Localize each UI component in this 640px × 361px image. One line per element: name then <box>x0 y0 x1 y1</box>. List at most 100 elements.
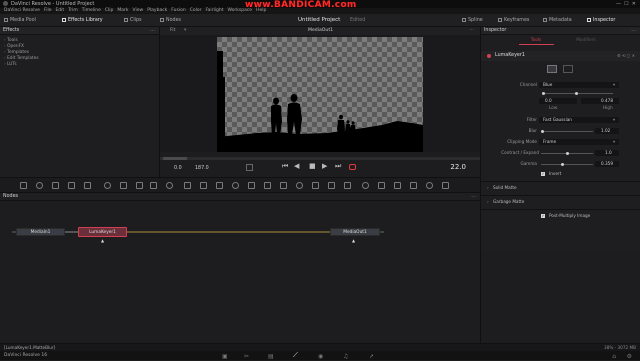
end-frame[interactable]: 187.0 <box>195 166 209 171</box>
clips-icon <box>124 17 128 22</box>
tool-icon[interactable] <box>216 182 223 189</box>
tool-icon[interactable] <box>200 182 207 189</box>
tool-icon[interactable] <box>52 182 59 189</box>
filter-chevron-down-icon[interactable]: ▾ <box>613 116 615 124</box>
menu-item-color[interactable]: Color <box>190 8 202 13</box>
viewer-options-icon[interactable]: ··· <box>470 27 474 35</box>
tool-icon[interactable] <box>36 182 43 189</box>
play-reverse-icon[interactable]: ◀ <box>294 162 299 170</box>
node-luma-keyer[interactable]: LumaKeyer1 <box>78 227 127 237</box>
menu-item-edit[interactable]: Edit <box>55 8 64 13</box>
go-to-end-icon[interactable]: ⏭ <box>335 162 341 171</box>
play-icon[interactable]: ▶ <box>322 162 327 170</box>
tool-icon[interactable] <box>232 182 239 189</box>
node-header-icons[interactable]: ⚙ ⟲ ▢ ✕ <box>617 51 635 61</box>
tab-modifiers[interactable]: Modifiers <box>561 37 611 44</box>
invert-checkbox[interactable]: ✓ <box>541 172 545 176</box>
media-pool-button[interactable]: Media Pool <box>4 14 36 27</box>
page-fusion-icon[interactable]: ⟋ <box>293 351 298 360</box>
nodes-icon <box>160 17 164 22</box>
channel-chevron-down-icon[interactable]: ▾ <box>613 81 615 89</box>
contract-expand-knob[interactable] <box>566 151 569 155</box>
menu-item-workspace[interactable]: Workspace <box>227 8 252 13</box>
tool-icon[interactable] <box>362 182 369 189</box>
tool-icon[interactable] <box>184 182 191 189</box>
settings-tab-icon[interactable] <box>563 65 573 73</box>
node-media-out[interactable]: MediaOut1 <box>330 228 380 236</box>
keyframes-icon <box>498 17 502 22</box>
range-high-knob[interactable] <box>575 91 579 95</box>
tool-icon[interactable] <box>68 182 75 189</box>
viewer-zoom[interactable]: Fit <box>170 27 175 35</box>
window-controls[interactable]: — ☐ ✕ <box>616 0 636 8</box>
solid-matte-section[interactable]: › Solid Matte <box>481 184 640 192</box>
tool-icon[interactable] <box>248 182 255 189</box>
node-media-in[interactable]: MediaIn1 <box>16 228 65 236</box>
range-low-knob[interactable] <box>542 91 545 95</box>
spline-button[interactable]: Spline <box>462 14 483 27</box>
tool-icon[interactable] <box>120 182 127 189</box>
inspector-button[interactable]: Inspector <box>587 14 615 27</box>
menu-item-playback[interactable]: Playback <box>147 8 167 13</box>
nodes-options-icon[interactable]: ··· <box>471 193 476 201</box>
clips-button[interactable]: Clips <box>124 14 142 27</box>
channel-value: Blue <box>543 82 553 87</box>
menu-item-davinci-resolve[interactable]: DaVinci Resolve <box>4 8 40 13</box>
node-header[interactable]: LumaKeyer1 ⚙ ⟲ ▢ ✕ <box>481 51 640 61</box>
controls-tab-icon[interactable] <box>547 65 557 73</box>
nodes-button[interactable]: Nodes <box>160 14 181 27</box>
tool-icon[interactable] <box>20 182 27 189</box>
menu-item-timeline[interactable]: Timeline <box>82 8 101 13</box>
menu-item-clip[interactable]: Clip <box>105 8 114 13</box>
scrub-bar[interactable] <box>160 157 480 160</box>
chevron-down-icon[interactable]: ▾ <box>184 27 186 35</box>
tool-icon[interactable] <box>426 182 433 189</box>
tool-icon[interactable] <box>312 182 319 189</box>
tool-icon[interactable] <box>328 182 335 189</box>
stop-icon[interactable]: ■ <box>309 162 316 170</box>
tool-icon[interactable] <box>166 182 173 189</box>
menu-item-mark[interactable]: Mark <box>117 8 128 13</box>
effects-options-icon[interactable]: ··· <box>150 27 155 35</box>
go-to-start-icon[interactable]: ⏮ <box>282 162 288 171</box>
tool-icon[interactable] <box>264 182 271 189</box>
start-frame[interactable]: 0.0 <box>174 166 182 171</box>
clipping-chevron-down-icon[interactable]: ▾ <box>613 138 615 146</box>
tool-icon[interactable] <box>150 182 157 189</box>
menu-item-fusion[interactable]: Fusion <box>171 8 185 13</box>
inspector-options-icon[interactable]: ··· <box>631 27 636 35</box>
node-enable-icon[interactable] <box>487 54 491 58</box>
tool-icon[interactable] <box>394 182 401 189</box>
tab-tools[interactable]: Tools <box>511 37 561 44</box>
effects-item-luts[interactable]: LUTs <box>0 62 159 68</box>
blur-knob[interactable] <box>541 129 544 133</box>
tool-icon[interactable] <box>378 182 385 189</box>
effects-library-button[interactable]: Effects Library <box>62 14 103 27</box>
tool-icon[interactable] <box>410 182 417 189</box>
garbage-matte-section[interactable]: › Garbage Matte <box>481 198 640 206</box>
gamma-slider[interactable] <box>541 164 593 165</box>
app-icon <box>3 1 8 6</box>
gamma-knob[interactable] <box>561 162 564 166</box>
tool-icon[interactable] <box>296 182 303 189</box>
menu-item-help[interactable]: Help <box>256 8 266 13</box>
tool-bar <box>0 177 480 193</box>
menu-item-file[interactable]: File <box>44 8 52 13</box>
tool-icon[interactable] <box>84 182 91 189</box>
record-loop-icon[interactable] <box>349 164 356 170</box>
metadata-button[interactable]: Metadata <box>543 14 572 27</box>
menu-item-view[interactable]: View <box>133 8 144 13</box>
chevron-right-icon: › <box>487 185 489 190</box>
blur-slider[interactable] <box>541 131 593 132</box>
loop-icon[interactable] <box>246 164 253 171</box>
post-multiply-checkbox[interactable]: ✓ <box>541 214 545 218</box>
keyframes-button[interactable]: Keyframes <box>498 14 529 27</box>
tool-icon[interactable] <box>442 182 449 189</box>
tool-icon[interactable] <box>136 182 143 189</box>
menu-item-fairlight[interactable]: Fairlight <box>205 8 223 13</box>
tool-icon[interactable] <box>344 182 351 189</box>
menu-item-trim[interactable]: Trim <box>68 8 78 13</box>
tool-icon[interactable] <box>104 182 111 189</box>
current-frame[interactable]: 22.0 <box>450 163 466 171</box>
tool-icon[interactable] <box>280 182 287 189</box>
